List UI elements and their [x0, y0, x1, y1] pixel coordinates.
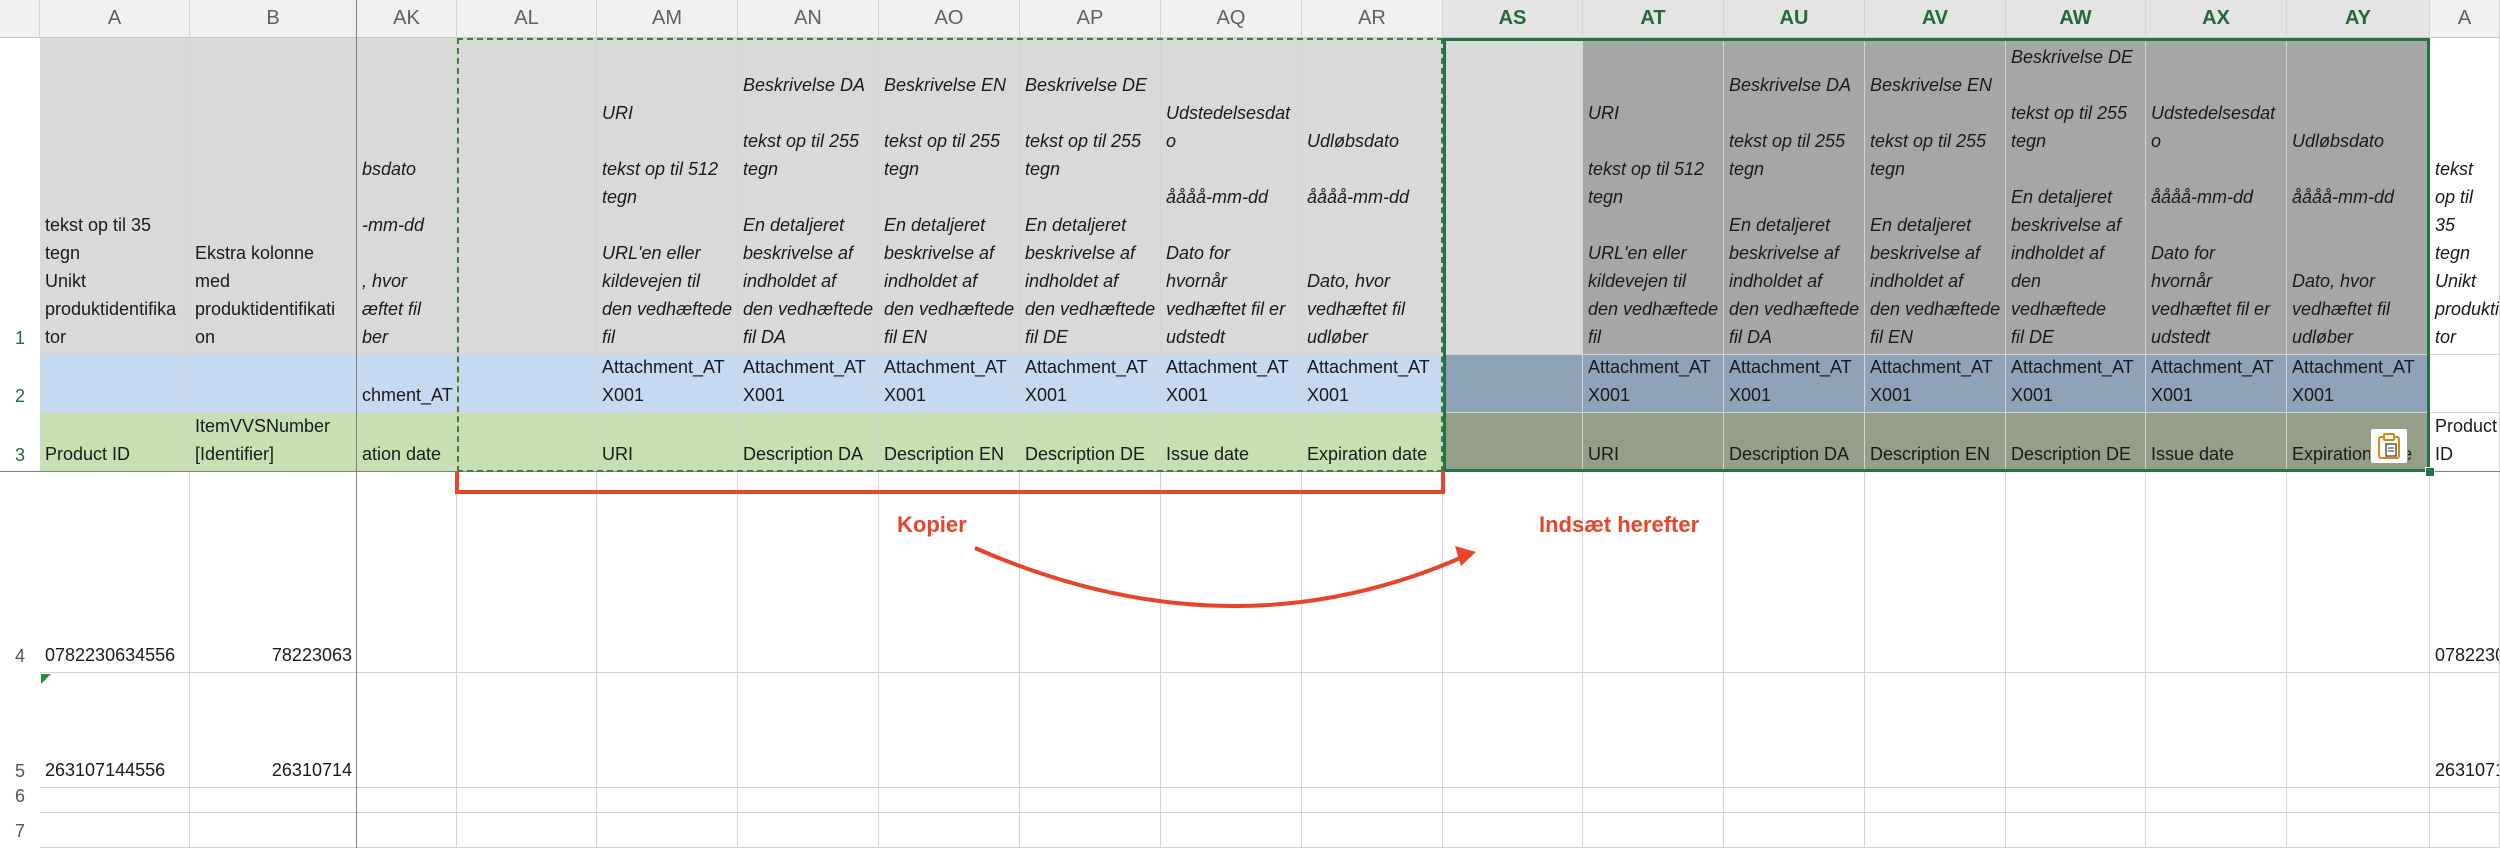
paste-annotation-label: Indsæt herefter: [1539, 512, 1700, 537]
copy-annotation-label: Kopier: [897, 512, 967, 537]
paste-arrow-head: [1455, 546, 1476, 566]
annotation-overlay: [455, 471, 1476, 609]
copy-bracket: [455, 471, 1445, 494]
paste-arrow: [974, 546, 1466, 609]
